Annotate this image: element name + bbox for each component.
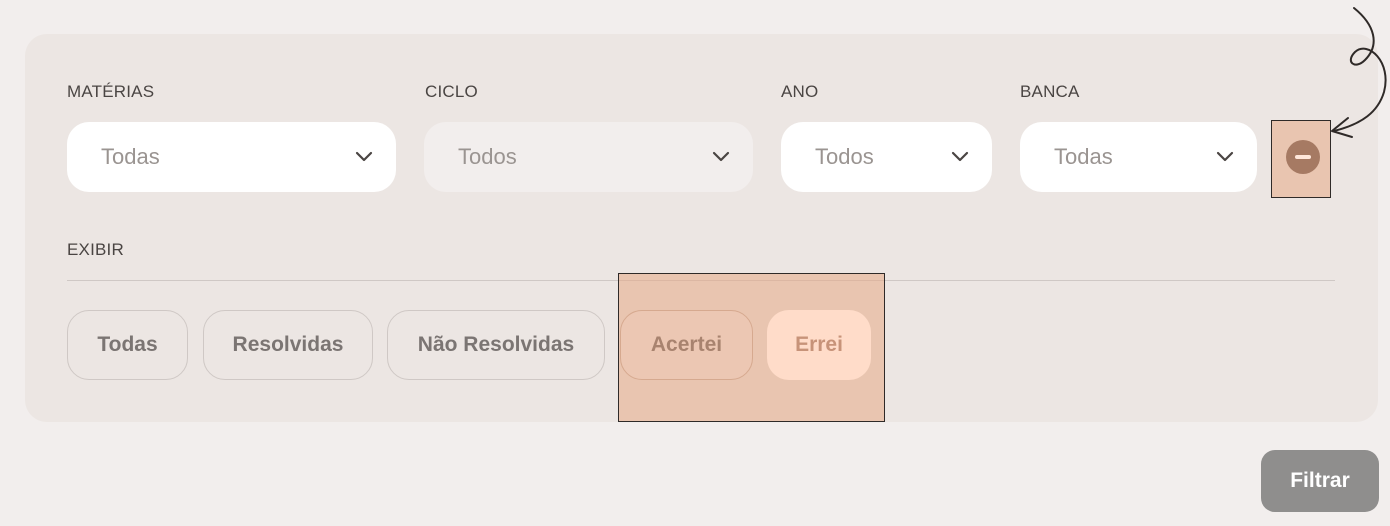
- exibir-label: EXIBIR: [67, 240, 124, 259]
- option-nao-resolvidas[interactable]: Não Resolvidas: [387, 310, 605, 380]
- banca-select[interactable]: Todas: [1020, 122, 1257, 192]
- chevron-down-icon: [1215, 147, 1235, 167]
- materias-select-value: Todas: [101, 144, 160, 169]
- option-resolvidas[interactable]: Resolvidas: [203, 310, 373, 380]
- chevron-down-icon: [711, 147, 731, 167]
- option-todas[interactable]: Todas: [67, 310, 188, 380]
- chevron-down-icon: [354, 147, 374, 167]
- option-acertei[interactable]: Acertei: [620, 310, 753, 380]
- materias-select[interactable]: Todas: [67, 122, 396, 192]
- ano-select-value: Todos: [815, 144, 874, 169]
- filter-button[interactable]: Filtrar: [1261, 450, 1379, 512]
- ciclo-select-value: Todos: [458, 144, 517, 169]
- chevron-down-icon: [950, 147, 970, 167]
- materias-label: MATÉRIAS: [67, 82, 155, 101]
- banca-select-value: Todas: [1054, 144, 1113, 169]
- ano-select[interactable]: Todos: [781, 122, 992, 192]
- curved-arrow-icon: [1331, 7, 1387, 138]
- minus-circle-icon: [1295, 155, 1311, 159]
- ciclo-label: CICLO: [425, 82, 478, 101]
- banca-label: BANCA: [1020, 82, 1080, 101]
- ciclo-select[interactable]: Todos: [424, 122, 753, 192]
- ano-label: ANO: [781, 82, 819, 101]
- option-errei[interactable]: Errei: [767, 310, 871, 380]
